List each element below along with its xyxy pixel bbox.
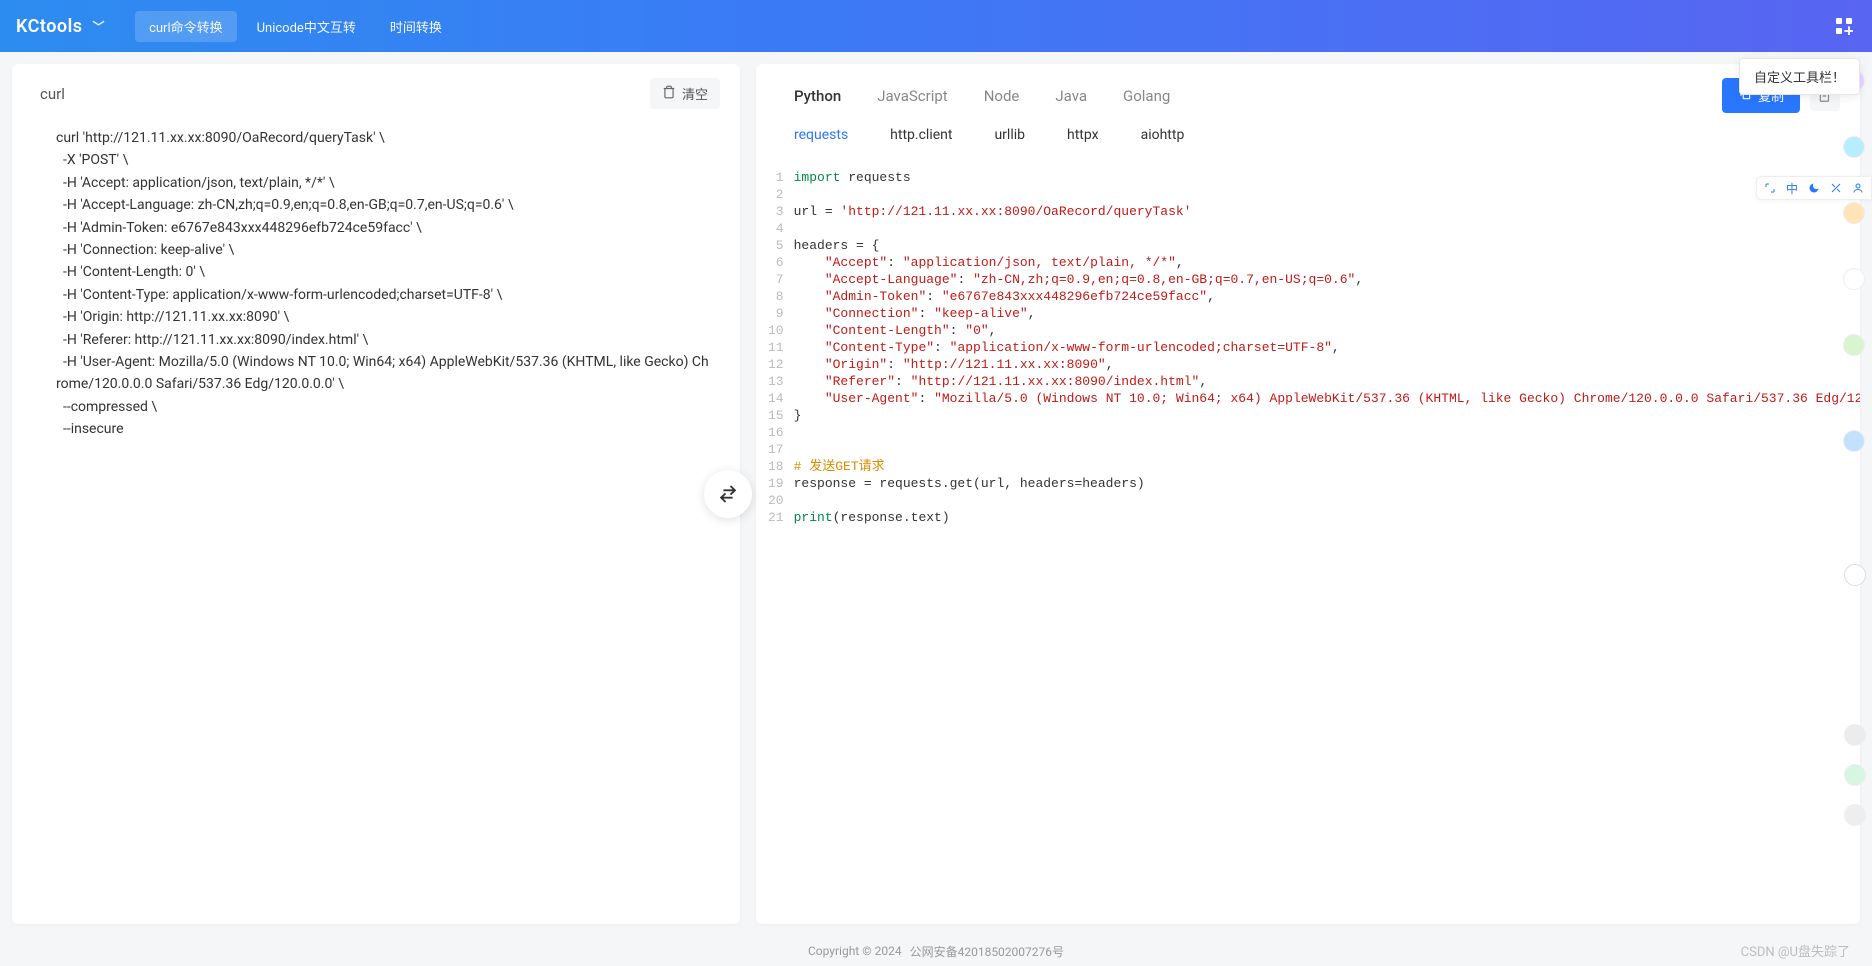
footer: Copyright © 2024 公网安备42018502007276号 <box>0 936 1872 966</box>
line-gutter: 123456789101112131415161718192021 <box>768 169 794 904</box>
watermark: CSDN @U盘失踪了 <box>1741 941 1850 960</box>
main-area: curl 清空 curl 'http://121.11.xx.xx:8090/O… <box>0 52 1872 936</box>
nav-item-2[interactable]: 时间转换 <box>376 11 456 42</box>
chevron-down-icon: ﹀ <box>93 18 106 35</box>
subtab-requests[interactable]: requests <box>778 121 864 149</box>
code-output[interactable]: 123456789101112131415161718192021 import… <box>756 163 1860 924</box>
brand-text: KCtools <box>16 16 83 37</box>
topbar-tooltip: 自定义工具栏！ <box>1739 58 1860 95</box>
clear-button[interactable]: 清空 <box>650 78 720 109</box>
rail-item-6[interactable] <box>1843 430 1865 452</box>
tab-java[interactable]: Java <box>1039 79 1103 113</box>
footer-record[interactable]: 公网安备42018502007276号 <box>910 943 1064 960</box>
rail-item-2[interactable] <box>1843 136 1865 158</box>
nav-tabs: curl命令转换Unicode中文互转时间转换 <box>135 11 456 42</box>
clear-label: 清空 <box>682 84 708 103</box>
rail-item-8[interactable] <box>1844 764 1866 786</box>
curl-pane-header: curl 清空 <box>12 64 740 119</box>
nav-item-0[interactable]: curl命令转换 <box>135 11 237 42</box>
output-header: PythonJavaScriptNodeJavaGolang 复制 <box>756 64 1860 119</box>
topbar: KCtools ﹀ curl命令转换Unicode中文互转时间转换 自定义工具栏… <box>0 0 1872 52</box>
subtab-aiohttp[interactable]: aiohttp <box>1125 121 1201 149</box>
topbar-actions: 自定义工具栏！ <box>1832 14 1856 38</box>
output-pane: PythonJavaScriptNodeJavaGolang 复制 reques… <box>756 64 1860 924</box>
curl-input[interactable]: curl 'http://121.11.xx.xx:8090/OaRecord/… <box>12 119 740 924</box>
footer-copyright: Copyright © 2024 <box>808 944 902 958</box>
side-rail <box>1836 70 1872 452</box>
language-toggle[interactable]: 中 <box>1785 181 1799 195</box>
curl-title: curl <box>40 85 65 103</box>
tab-javascript[interactable]: JavaScript <box>861 79 963 113</box>
rail-item-5[interactable] <box>1843 334 1865 356</box>
language-tabs: PythonJavaScriptNodeJavaGolang <box>778 79 1712 113</box>
rail-item-9[interactable] <box>1844 804 1866 826</box>
curl-pane: curl 清空 curl 'http://121.11.xx.xx:8090/O… <box>12 64 740 924</box>
rail-item-10[interactable] <box>1844 564 1866 586</box>
nav-item-1[interactable]: Unicode中文互转 <box>243 11 370 42</box>
swap-icon <box>717 483 739 505</box>
rail-item-3[interactable] <box>1843 202 1865 224</box>
tab-python[interactable]: Python <box>778 79 857 113</box>
swap-button[interactable] <box>704 470 752 518</box>
tab-node[interactable]: Node <box>968 79 1036 113</box>
subtab-httpx[interactable]: httpx <box>1051 121 1115 149</box>
moon-icon[interactable] <box>1807 181 1821 195</box>
rail-item-4[interactable] <box>1843 268 1865 290</box>
rail-item-7[interactable] <box>1844 724 1866 746</box>
trash-icon <box>662 85 676 102</box>
expand-icon[interactable] <box>1763 181 1777 195</box>
brand-logo[interactable]: KCtools ﹀ <box>16 16 105 37</box>
subtab-http-client[interactable]: http.client <box>874 121 968 149</box>
grid-icon[interactable] <box>1832 14 1856 38</box>
subtab-urllib[interactable]: urllib <box>978 121 1041 149</box>
code-lines: import requests url = 'http://121.11.xx.… <box>794 169 1860 904</box>
library-subtabs: requests http.client urllib httpx aiohttp <box>756 119 1860 163</box>
tab-golang[interactable]: Golang <box>1107 79 1186 113</box>
